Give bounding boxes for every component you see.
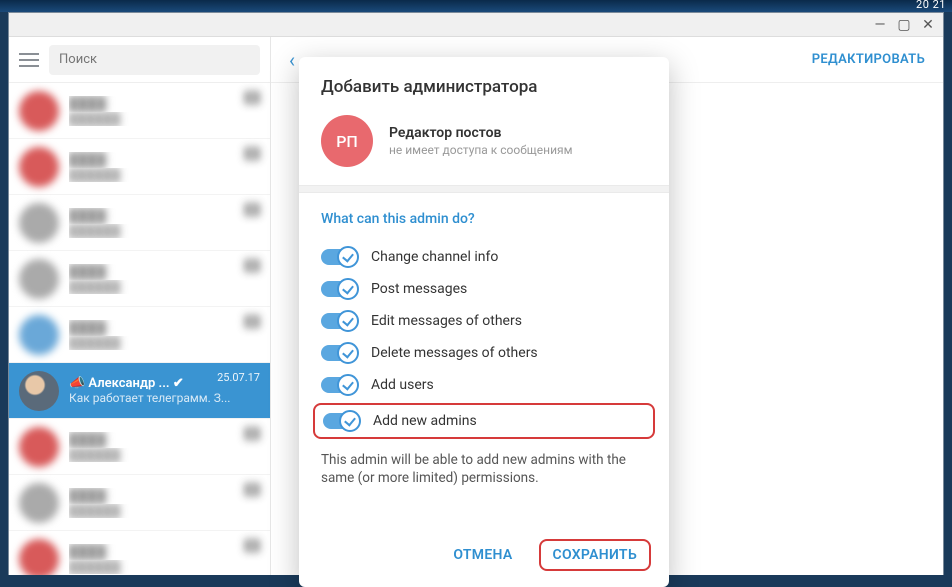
perm-label: Post messages (371, 281, 467, 297)
perm-label: Add users (371, 377, 434, 393)
chat-item[interactable]: ████████████ (9, 531, 270, 575)
perm-label: Delete messages of others (371, 345, 538, 361)
chat-item[interactable]: ████████████ (9, 475, 270, 531)
menu-icon[interactable] (19, 53, 39, 67)
back-chevron-icon[interactable]: ‹ (289, 48, 295, 72)
chat-item-active[interactable]: 📣 Александр ... ✔ Как работает телеграмм… (9, 363, 270, 419)
dialog-footer: ОТМЕНА СОХРАНИТЬ (299, 527, 669, 587)
chat-item[interactable]: ████████████ (9, 251, 270, 307)
perm-label: Edit messages of others (371, 313, 522, 329)
chat-list[interactable]: ████████████ ████████████ ████████████ █… (9, 83, 270, 575)
sidebar: ████████████ ████████████ ████████████ █… (9, 37, 271, 575)
chat-date: 25.07.17 (217, 371, 260, 384)
close-button[interactable]: ✕ (921, 18, 935, 32)
admin-status: не имеет доступа к сообщениям (389, 143, 572, 157)
perm-add-admins: Add new admins (321, 411, 647, 431)
admin-avatar: РП (321, 115, 373, 167)
minimize-button[interactable]: — (873, 18, 887, 32)
maximize-button[interactable]: ▢ (897, 18, 911, 32)
save-button[interactable]: СОХРАНИТЬ (539, 539, 651, 571)
perm-delete-messages: Delete messages of others (299, 337, 669, 369)
edit-button[interactable]: РЕДАКТИРОВАТЬ (812, 52, 925, 67)
perm-post-messages: Post messages (299, 273, 669, 305)
chat-preview: Как работает телеграмм. З... (69, 391, 260, 405)
system-tray-time: 20 21 (916, 0, 946, 11)
chat-item[interactable]: ████████████ (9, 307, 270, 363)
add-admin-dialog: Добавить администратора РП Редактор пост… (299, 57, 669, 587)
perm-edit-messages: Edit messages of others (299, 305, 669, 337)
admin-name: Редактор постов (389, 125, 572, 141)
chat-item[interactable]: ████████████ (9, 83, 270, 139)
toggle-post-messages[interactable] (321, 281, 357, 297)
perm-change-info: Change channel info (299, 241, 669, 273)
broadcast-icon: 📣 (69, 376, 85, 391)
telegram-window: — ▢ ✕ ████████████ ████████████ ████████… (8, 12, 944, 575)
perm-label: Change channel info (371, 249, 498, 265)
toggle-edit-messages[interactable] (321, 313, 357, 329)
verified-icon: ✔ (173, 376, 184, 391)
section-divider (299, 185, 669, 193)
search-input[interactable] (49, 45, 260, 75)
permissions-note: This admin will be able to add new admin… (299, 441, 669, 489)
os-taskbar: 20 21 (0, 0, 952, 12)
window-titlebar: — ▢ ✕ (9, 13, 943, 37)
perm-add-users: Add users (299, 369, 669, 401)
toggle-add-admins[interactable] (323, 413, 359, 429)
cancel-button[interactable]: ОТМЕНА (441, 539, 524, 571)
perm-label: Add new admins (373, 413, 477, 429)
highlight-add-admins: Add new admins (313, 403, 655, 439)
toggle-change-info[interactable] (321, 249, 357, 265)
toggle-delete-messages[interactable] (321, 345, 357, 361)
dialog-title: Добавить администратора (299, 77, 669, 115)
permissions-title: What can this admin do? (299, 211, 669, 241)
chat-title-label: Александр ... (88, 376, 169, 391)
toggle-add-users[interactable] (321, 377, 357, 393)
avatar (19, 371, 59, 411)
chat-item[interactable]: ████████████ (9, 195, 270, 251)
chat-item[interactable]: ████████████ (9, 419, 270, 475)
chat-item[interactable]: ████████████ (9, 139, 270, 195)
